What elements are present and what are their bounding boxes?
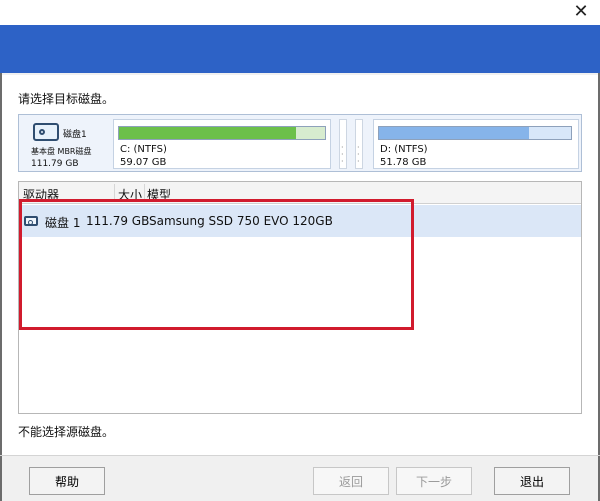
close-icon[interactable]: ✕ <box>570 2 592 22</box>
footer-divider <box>0 455 600 456</box>
partition-c-usage-fill <box>119 127 297 139</box>
disk-size: 111.79 GB <box>31 159 79 169</box>
disk-type: 基本盘 MBR磁盘 <box>31 147 92 156</box>
unallocated-space[interactable] <box>355 119 363 169</box>
unallocated-space[interactable] <box>339 119 347 169</box>
page-instruction: 请选择目标磁盘。 <box>18 92 115 106</box>
partition-c-label: C: (NTFS) <box>120 144 167 155</box>
selection-highlight-box <box>19 199 414 330</box>
next-button[interactable]: 下一步 <box>396 467 472 495</box>
partition-c-usage-bar <box>118 126 326 140</box>
title-bar: ✕ <box>0 0 600 25</box>
partition-d-usage-fill <box>379 127 529 139</box>
partition-d-usage-bar <box>378 126 572 140</box>
back-button[interactable]: 返回 <box>313 467 389 495</box>
partition-d[interactable]: D: (NTFS) 51.78 GB <box>373 119 579 169</box>
help-button[interactable]: 帮助 <box>29 467 105 495</box>
partition-d-size: 51.78 GB <box>380 157 427 168</box>
header-banner <box>0 25 600 73</box>
exit-button[interactable]: 退出 <box>494 467 570 495</box>
disk-name: 磁盘1 <box>63 130 87 140</box>
status-message: 不能选择源磁盘。 <box>18 425 115 439</box>
disk-map: 磁盘1 基本盘 MBR磁盘 111.79 GB C: (NTFS) 59.07 … <box>18 114 582 172</box>
partition-d-label: D: (NTFS) <box>380 144 428 155</box>
partition-c-size: 59.07 GB <box>120 157 167 168</box>
partition-c[interactable]: C: (NTFS) 59.07 GB <box>113 119 331 169</box>
disk-icon <box>33 123 59 141</box>
